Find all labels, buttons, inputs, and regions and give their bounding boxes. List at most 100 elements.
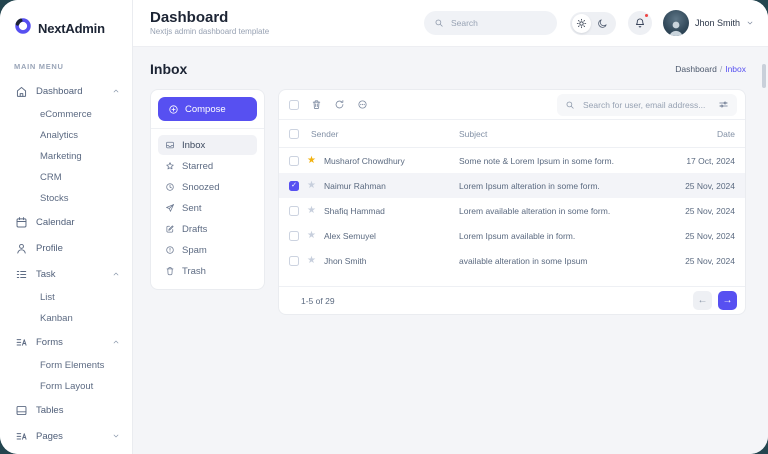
chevron-down-icon [746,19,754,27]
alert-circle-icon [165,245,175,255]
sidebar-item-crm[interactable]: CRM [0,167,132,188]
sidebar-item-marketing[interactable]: Marketing [0,146,132,167]
filter-sliders-icon[interactable] [718,99,729,110]
folder-drafts[interactable]: Drafts [158,219,257,239]
mail-subject: Lorem available alteration in some form. [459,206,657,216]
folder-starred[interactable]: Starred [158,156,257,176]
row-checkbox[interactable] [289,206,299,216]
brand-name: NextAdmin [38,21,105,36]
mail-row[interactable]: ★ Shafiq Hammad Lorem available alterati… [279,198,745,223]
inbox-icon [165,140,175,150]
mail-subject: Lorem Ipsum available in form. [459,231,657,241]
column-sender: Sender [311,129,338,139]
app-subtitle: Nextjs admin dashboard template [150,28,269,36]
sidebar-item-profile[interactable]: Profile [0,235,132,261]
sidebar-item-list[interactable]: List [0,287,132,308]
mail-toolbar [279,90,745,120]
plus-circle-icon [168,104,179,115]
star-icon[interactable]: ★ [307,206,316,216]
divider [151,128,264,129]
folder-inbox[interactable]: Inbox [158,135,257,155]
next-page-button[interactable]: → [718,291,737,310]
more-options-icon[interactable] [357,99,368,110]
mail-date: 25 Nov, 2024 [657,256,735,266]
folder-snoozed[interactable]: Snoozed [158,177,257,197]
star-icon[interactable]: ★ [307,231,316,241]
scrollbar-thumb[interactable] [762,64,766,88]
spacer [279,273,745,286]
sender-name: Jhon Smith [324,256,367,266]
notifications-button[interactable] [628,11,652,35]
star-icon[interactable]: ★ [307,156,316,166]
mail-search-input[interactable] [581,99,712,111]
sidebar-item-calendar[interactable]: Calendar [0,209,132,235]
sidebar-item-ecommerce[interactable]: eCommerce [0,104,132,125]
brand-logo[interactable]: NextAdmin [0,15,132,40]
sender-name: Musharof Chowdhury [324,156,405,166]
sidebar-item-stocks[interactable]: Stocks [0,188,132,209]
sidebar-item-kanban[interactable]: Kanban [0,308,132,329]
global-search-input[interactable] [449,17,547,29]
sidebar-item-form-layout[interactable]: Form Layout [0,376,132,397]
mail-row[interactable]: ✓ ★ Naimur Rahman Lorem Ipsum alteration… [279,173,745,198]
sidebar-item-forms[interactable]: Forms [0,329,132,355]
notification-dot [644,13,649,18]
content-area: Inbox Dashboard/Inbox Compose Inbox [133,47,768,454]
chevron-down-icon [112,432,120,440]
page-title: Inbox [150,61,187,77]
search-icon [434,18,444,28]
search-icon [565,100,575,110]
main-area: Dashboard Nextjs admin dashboard templat… [133,0,768,454]
select-all-checkbox[interactable] [289,100,299,110]
mail-row[interactable]: ★ Jhon Smith available alteration in som… [279,248,745,273]
mail-table-header: Sender Subject Date [279,120,745,148]
header-checkbox[interactable] [289,129,299,139]
breadcrumb: Dashboard/Inbox [675,64,746,74]
dark-mode-moon-icon[interactable] [591,18,614,29]
sidebar: NextAdmin MAIN MENU Dashboard eCommerce … [0,0,133,454]
row-checkbox[interactable]: ✓ [289,181,299,191]
sidebar-item-tables[interactable]: Tables [0,397,132,423]
pagination-range: 1-5 of 29 [301,296,335,306]
row-checkbox[interactable] [289,231,299,241]
sidebar-item-analytics[interactable]: Analytics [0,125,132,146]
star-icon[interactable]: ★ [307,256,316,266]
folder-sent[interactable]: Sent [158,198,257,218]
global-search [424,11,557,35]
column-date: Date [657,129,735,139]
calendar-icon [15,216,28,229]
sidebar-item-dashboard[interactable]: Dashboard [0,78,132,104]
compose-button[interactable]: Compose [158,97,257,121]
mail-date: 25 Nov, 2024 [657,181,735,191]
theme-toggle[interactable] [570,12,616,35]
prev-page-button[interactable]: ← [693,291,712,310]
sender-name: Alex Semuyel [324,231,376,241]
top-bar: Dashboard Nextjs admin dashboard templat… [133,0,768,47]
delete-icon[interactable] [311,99,322,110]
mail-subject: Lorem Ipsum alteration in some form. [459,181,657,191]
star-icon[interactable]: ★ [307,181,316,191]
user-menu[interactable]: Jhon Smith [663,10,754,36]
breadcrumb-dashboard-link[interactable]: Dashboard [675,64,717,74]
mail-folders-card: Compose Inbox Starred Snoozed [150,89,265,290]
sender-name: Shafiq Hammad [324,206,385,216]
mail-subject: Some note & Lorem Ipsum in some form. [459,156,657,166]
trash-icon [165,266,175,276]
sidebar-item-task[interactable]: Task [0,261,132,287]
row-checkbox[interactable] [289,256,299,266]
row-checkbox[interactable] [289,156,299,166]
sidebar-nav: Dashboard eCommerce Analytics Marketing … [0,78,132,449]
folder-spam[interactable]: Spam [158,240,257,260]
app-window: NextAdmin MAIN MENU Dashboard eCommerce … [0,0,768,454]
sidebar-item-pages[interactable]: Pages [0,423,132,449]
tables-icon [15,404,28,417]
sidebar-item-form-elements[interactable]: Form Elements [0,355,132,376]
mail-row[interactable]: ★ Alex Semuyel Lorem Ipsum available in … [279,223,745,248]
light-mode-sun-icon[interactable] [572,14,591,33]
mail-subject: available alteration in some Ipsum [459,256,657,266]
chevron-up-icon [112,338,120,346]
refresh-icon[interactable] [334,99,345,110]
folder-trash[interactable]: Trash [158,261,257,281]
dashboard-icon [15,85,28,98]
mail-row[interactable]: ★ Musharof Chowdhury Some note & Lorem I… [279,148,745,173]
